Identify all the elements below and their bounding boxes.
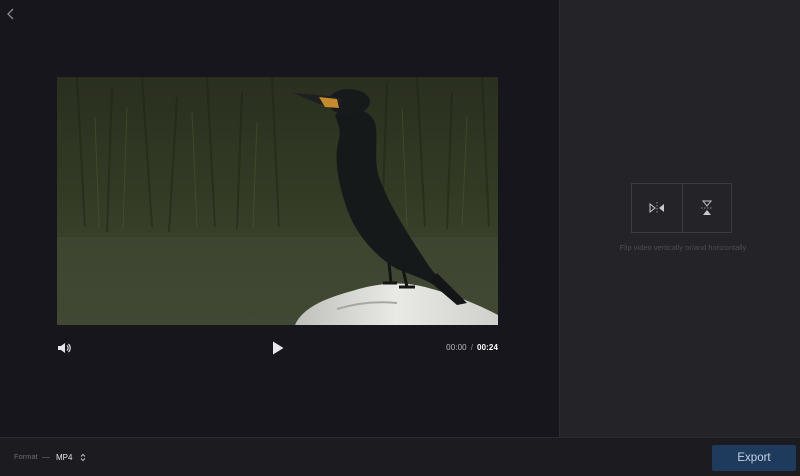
format-value: MP4 <box>56 452 73 462</box>
play-button[interactable] <box>272 341 284 355</box>
chevron-up-down-icon <box>81 453 86 461</box>
play-icon <box>273 341 284 355</box>
format-label: Format <box>14 452 38 461</box>
video-editor: 00:00/00:24 Flip video vertically or/and… <box>0 0 800 476</box>
time-display: 00:00/00:24 <box>446 343 498 352</box>
total-duration: 00:24 <box>477 343 498 352</box>
flip-horizontal-button[interactable] <box>632 184 682 232</box>
chevron-left-icon <box>7 8 14 20</box>
volume-button[interactable] <box>57 341 71 355</box>
video-preview <box>57 77 498 325</box>
format-divider <box>42 457 50 458</box>
time-separator: / <box>470 343 474 352</box>
flip-horizontal-icon <box>649 202 664 214</box>
player-controls: 00:00/00:24 <box>57 338 498 358</box>
format-select[interactable]: MP4 <box>56 448 86 466</box>
flip-vertical-button[interactable] <box>681 184 732 232</box>
preview-area: 00:00/00:24 <box>0 0 559 437</box>
export-button[interactable]: Export <box>712 445 796 471</box>
flip-controls <box>631 183 732 233</box>
flip-vertical-icon <box>700 200 713 215</box>
current-time: 00:00 <box>446 343 467 352</box>
back-button[interactable] <box>3 6 19 22</box>
speaker-icon <box>58 343 71 353</box>
flip-hint-text: Flip video vertically or/and horizontall… <box>619 243 747 252</box>
bottom-toolbar: Format MP4 Export <box>0 437 800 476</box>
video-frame-image <box>57 77 498 325</box>
